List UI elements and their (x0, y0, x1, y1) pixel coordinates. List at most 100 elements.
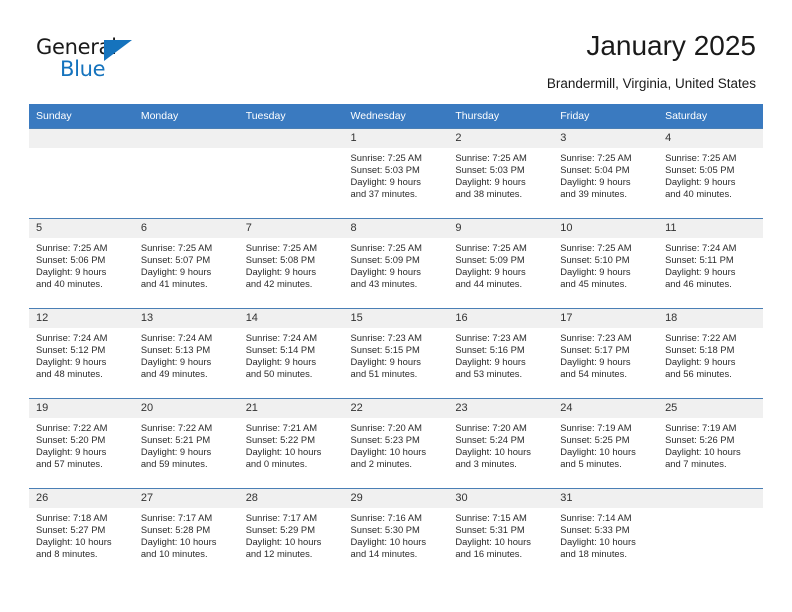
day-sunset-text: Sunset: 5:09 PM (350, 253, 420, 265)
day-sunset-text: Sunset: 5:16 PM (455, 343, 525, 355)
weekday-header-monday: Monday (133, 104, 239, 129)
day-sunrise-text: Sunrise: 7:17 AM (140, 512, 213, 523)
calendar-day-cell[interactable]: 21 Sunrise: 7:21 AM Sunset: 5:22 PM Dayligh… (238, 398, 344, 489)
day-number: 28 (238, 489, 344, 508)
day-daylight-text: and 43 minutes. (350, 277, 418, 289)
day-number: 16 (448, 309, 554, 328)
calendar-day-cell[interactable]: 24 Sunrise: 7:19 AM Sunset: 5:25 PM Dayligh… (553, 398, 659, 489)
calendar-day-cell[interactable]: 19 Sunrise: 7:22 AM Sunset: 5:20 PM Dayligh… (29, 398, 134, 489)
day-daylight-text: Daylight: 9 hours (455, 355, 526, 367)
day-daylight-text: Daylight: 9 hours (140, 445, 212, 457)
day-sunset-text: Sunset: 5:18 PM (665, 343, 735, 355)
calendar-day-cell[interactable]: 3 Sunrise: 7:25 AM Sunset: 5:04 PM Daylight… (553, 128, 659, 219)
day-daylight-text: Daylight: 9 hours (665, 265, 736, 277)
calendar-day-cell[interactable]: 4 Sunrise: 7:25 AM Sunset: 5:05 PM Daylight… (658, 128, 763, 219)
calendar-day-cell[interactable]: 1 Sunrise: 7:25 AM Sunset: 5:03 PM Daylight… (343, 128, 449, 219)
day-sunset-text: Sunset: 5:15 PM (350, 343, 420, 355)
calendar-day-cell[interactable]: 22 Sunrise: 7:20 AM Sunset: 5:23 PM Dayligh… (343, 398, 449, 489)
day-sunrise-text: Sunrise: 7:25 AM (665, 152, 737, 163)
weekday-header-thursday: Thursday (448, 104, 554, 129)
day-sun-info: Sunrise: 7:24 AM Sunset: 5:13 PM Daylight:… (134, 328, 239, 380)
day-sun-info: Sunrise: 7:25 AM Sunset: 5:09 PM Daylight:… (344, 238, 449, 290)
day-sun-info: Sunrise: 7:22 AM Sunset: 5:21 PM Daylight:… (134, 418, 239, 470)
day-sunrise-text: Sunrise: 7:18 AM (36, 512, 108, 523)
day-sunset-text: Sunset: 5:14 PM (245, 343, 315, 355)
day-daylight-text: and 48 minutes. (36, 367, 103, 379)
calendar-day-cell[interactable]: 30 Sunrise: 7:15 AM Sunset: 5:31 PM Dayligh… (448, 488, 554, 579)
weekday-header-tuesday: Tuesday (238, 104, 344, 129)
day-number: 18 (658, 309, 763, 328)
day-daylight-text: and 0 minutes. (245, 457, 308, 469)
calendar-day-cell[interactable]: 18 Sunrise: 7:22 AM Sunset: 5:18 PM Dayligh… (658, 308, 763, 399)
day-number: 22 (343, 399, 449, 418)
day-sunset-text: Sunset: 5:21 PM (140, 433, 211, 445)
weekday-header-row: Sunday Monday Tuesday Wednesday Thursday… (29, 104, 763, 129)
calendar-day-cell-empty (238, 128, 344, 219)
calendar-day-cell[interactable]: 16 Sunrise: 7:23 AM Sunset: 5:16 PM Dayligh… (448, 308, 554, 399)
day-sun-info: Sunrise: 7:20 AM Sunset: 5:24 PM Daylight:… (448, 418, 553, 470)
day-sun-info: Sunrise: 7:25 AM Sunset: 5:08 PM Daylight:… (239, 238, 344, 290)
day-daylight-text: and 12 minutes. (245, 547, 313, 559)
day-sun-info: Sunrise: 7:23 AM Sunset: 5:16 PM Daylight:… (448, 328, 553, 380)
calendar-day-cell[interactable]: 23 Sunrise: 7:20 AM Sunset: 5:24 PM Dayligh… (448, 398, 554, 489)
day-sunrise-text: Sunrise: 7:25 AM (455, 242, 527, 253)
calendar-day-cell[interactable]: 5 Sunrise: 7:25 AM Sunset: 5:06 PM Daylight… (29, 218, 134, 309)
day-daylight-text: and 3 minutes. (455, 457, 517, 469)
calendar-day-cell[interactable]: 29 Sunrise: 7:16 AM Sunset: 5:30 PM Dayligh… (343, 488, 449, 579)
calendar-day-cell[interactable]: 8 Sunrise: 7:25 AM Sunset: 5:09 PM Daylight… (343, 218, 449, 309)
day-number: 5 (29, 219, 134, 238)
day-daylight-text: Daylight: 9 hours (140, 265, 212, 277)
day-daylight-text: Daylight: 9 hours (36, 265, 107, 277)
calendar-day-cell-empty (658, 488, 763, 579)
day-daylight-text: and 53 minutes. (455, 367, 523, 379)
day-daylight-text: and 50 minutes. (245, 367, 313, 379)
day-sun-info: Sunrise: 7:24 AM Sunset: 5:11 PM Daylight:… (658, 238, 763, 290)
calendar-day-cell[interactable]: 12 Sunrise: 7:24 AM Sunset: 5:12 PM Dayligh… (29, 308, 134, 399)
day-number (238, 129, 344, 148)
weekday-header-sunday: Sunday (29, 104, 134, 129)
day-sunrise-text: Sunrise: 7:24 AM (140, 332, 213, 343)
day-daylight-text: Daylight: 9 hours (560, 265, 631, 277)
day-daylight-text: and 45 minutes. (560, 277, 627, 289)
calendar-day-cell[interactable]: 7 Sunrise: 7:25 AM Sunset: 5:08 PM Daylight… (238, 218, 344, 309)
day-sunset-text: Sunset: 5:25 PM (560, 433, 630, 445)
calendar-day-cell[interactable]: 13 Sunrise: 7:24 AM Sunset: 5:13 PM Dayligh… (133, 308, 239, 399)
calendar-day-cell[interactable]: 2 Sunrise: 7:25 AM Sunset: 5:03 PM Daylight… (448, 128, 554, 219)
calendar-day-cell[interactable]: 20 Sunrise: 7:22 AM Sunset: 5:21 PM Dayligh… (133, 398, 239, 489)
calendar-day-cell[interactable]: 15 Sunrise: 7:23 AM Sunset: 5:15 PM Dayligh… (343, 308, 449, 399)
calendar-day-cell[interactable]: 6 Sunrise: 7:25 AM Sunset: 5:07 PM Daylight… (133, 218, 239, 309)
day-sunset-text: Sunset: 5:29 PM (245, 523, 315, 535)
calendar-day-cell[interactable]: 26 Sunrise: 7:18 AM Sunset: 5:27 PM Dayligh… (29, 488, 134, 579)
day-sunrise-text: Sunrise: 7:22 AM (36, 422, 108, 433)
calendar-day-cell[interactable]: 28 Sunrise: 7:17 AM Sunset: 5:29 PM Dayligh… (238, 488, 344, 579)
day-number: 6 (133, 219, 239, 238)
day-number: 4 (658, 129, 763, 148)
day-daylight-text: Daylight: 10 hours (350, 535, 427, 547)
calendar-day-cell[interactable]: 9 Sunrise: 7:25 AM Sunset: 5:09 PM Daylight… (448, 218, 554, 309)
day-number: 24 (553, 399, 659, 418)
calendar-grid: Sunday Monday Tuesday Wednesday Thursday… (29, 104, 763, 579)
day-sun-info: Sunrise: 7:18 AM Sunset: 5:27 PM Daylight:… (29, 508, 134, 560)
calendar-day-cell[interactable]: 10 Sunrise: 7:25 AM Sunset: 5:10 PM Dayligh… (553, 218, 659, 309)
calendar-day-cell[interactable]: 31 Sunrise: 7:14 AM Sunset: 5:33 PM Dayligh… (553, 488, 659, 579)
logo-triangle-icon (104, 40, 132, 61)
day-daylight-text: Daylight: 10 hours (245, 445, 322, 457)
day-daylight-text: Daylight: 10 hours (560, 445, 636, 457)
day-sun-info: Sunrise: 7:14 AM Sunset: 5:33 PM Daylight:… (553, 508, 658, 560)
calendar-day-cell[interactable]: 25 Sunrise: 7:19 AM Sunset: 5:26 PM Dayligh… (658, 398, 763, 489)
calendar-day-cell[interactable]: 27 Sunrise: 7:17 AM Sunset: 5:28 PM Dayligh… (133, 488, 239, 579)
day-number: 19 (29, 399, 134, 418)
day-sunset-text: Sunset: 5:09 PM (455, 253, 525, 265)
day-daylight-text: Daylight: 10 hours (560, 535, 636, 547)
day-sunset-text: Sunset: 5:05 PM (665, 163, 735, 175)
day-number: 11 (658, 219, 763, 238)
page-header: General Blue January 2025 Brandermill, V… (0, 0, 792, 100)
calendar-day-cell[interactable]: 11 Sunrise: 7:24 AM Sunset: 5:11 PM Dayligh… (658, 218, 763, 309)
day-number: 2 (448, 129, 554, 148)
day-sunrise-text: Sunrise: 7:24 AM (665, 242, 737, 253)
day-daylight-text: and 49 minutes. (140, 367, 208, 379)
calendar-day-cell[interactable]: 17 Sunrise: 7:23 AM Sunset: 5:17 PM Dayligh… (553, 308, 659, 399)
calendar-day-cell[interactable]: 14 Sunrise: 7:24 AM Sunset: 5:14 PM Dayligh… (238, 308, 344, 399)
page-title: January 2025 (586, 30, 756, 61)
day-daylight-text: Daylight: 9 hours (245, 355, 317, 367)
